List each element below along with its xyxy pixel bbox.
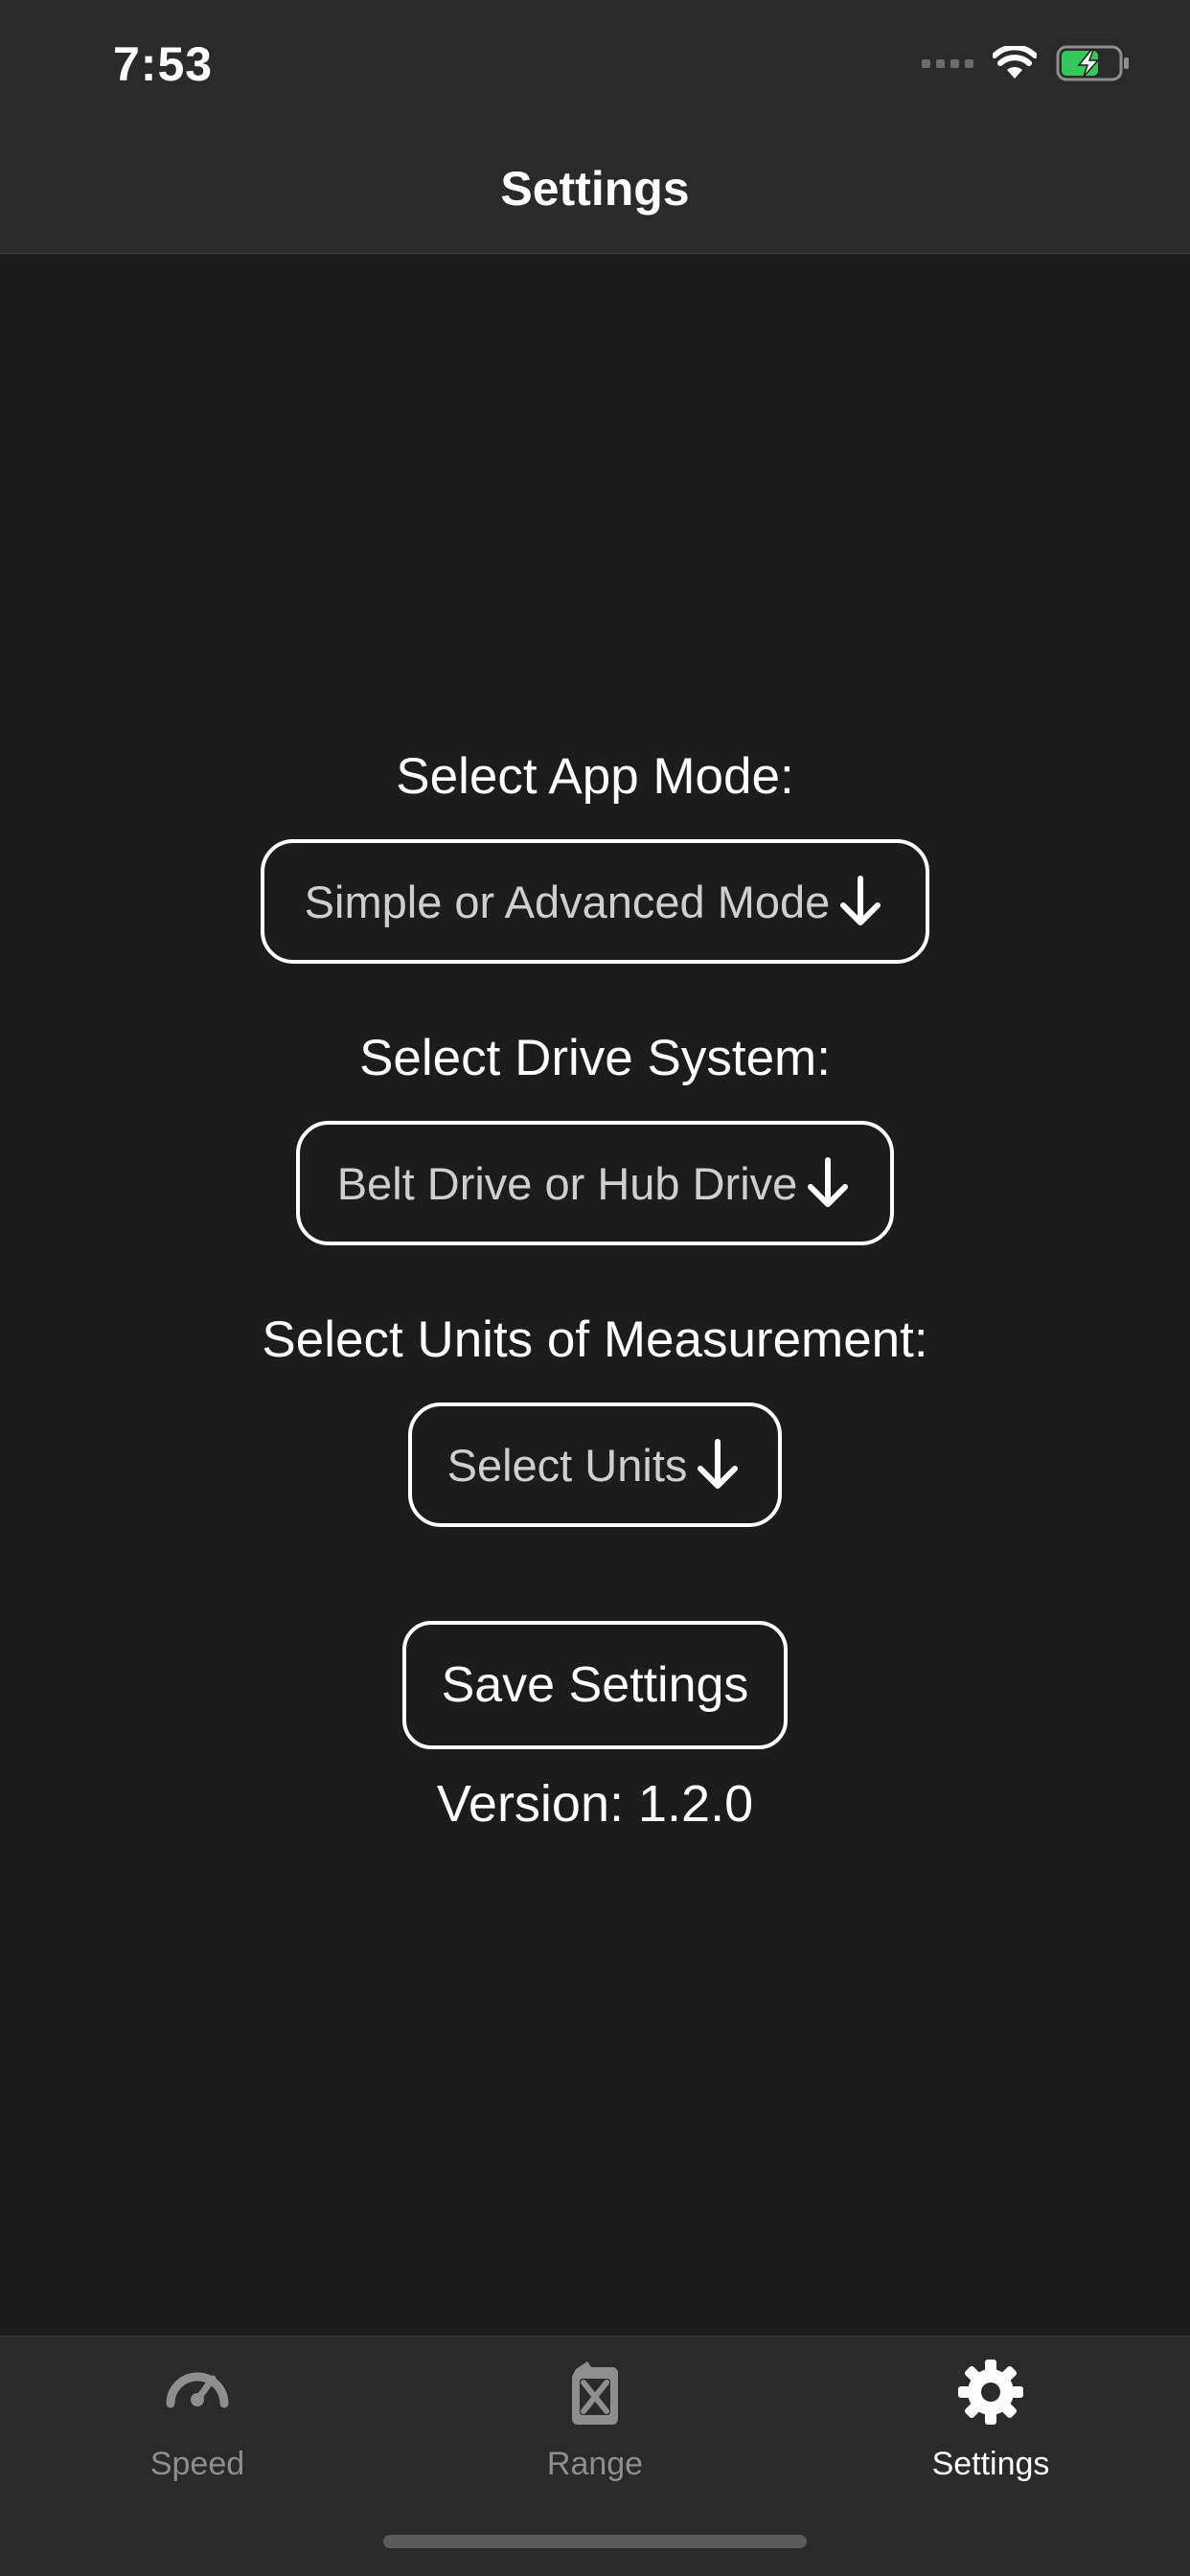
page-title: Settings bbox=[500, 162, 690, 216]
units-label: Select Units of Measurement: bbox=[262, 1311, 928, 1368]
signal-icon bbox=[922, 58, 973, 68]
tab-settings[interactable]: Settings bbox=[847, 2356, 1134, 2483]
fuel-can-icon bbox=[572, 2361, 618, 2425]
arrow-down-icon bbox=[808, 1157, 849, 1207]
tab-speed-label: Speed bbox=[149, 2446, 245, 2482]
status-time: 7:53 bbox=[113, 37, 214, 91]
app-mode-placeholder: Simple or Advanced Mode bbox=[304, 876, 831, 927]
app-mode-label: Select App Mode: bbox=[396, 748, 794, 805]
drive-system-placeholder: Belt Drive or Hub Drive bbox=[336, 1157, 798, 1209]
gear-icon bbox=[958, 2359, 1023, 2425]
units-dropdown[interactable]: Select Units bbox=[408, 1402, 782, 1527]
tab-speed[interactable]: Speed bbox=[54, 2356, 341, 2483]
save-settings-button[interactable]: Save Settings bbox=[402, 1621, 788, 1749]
drive-system-dropdown[interactable]: Belt Drive or Hub Drive bbox=[296, 1121, 894, 1245]
tab-bar: Speed Range Settings bbox=[0, 2336, 1190, 2576]
tab-range[interactable]: Range bbox=[451, 2356, 739, 2483]
navigation-header: 7:53 Settings bbox=[0, 0, 1190, 254]
tab-settings-label: Settings bbox=[931, 2446, 1050, 2482]
home-indicator[interactable] bbox=[383, 2535, 807, 2548]
battery-charging-icon bbox=[1056, 45, 1129, 81]
app-mode-dropdown[interactable]: Simple or Advanced Mode bbox=[261, 839, 929, 964]
arrow-down-icon bbox=[840, 876, 881, 925]
status-icons bbox=[922, 44, 1131, 82]
wifi-icon bbox=[993, 46, 1037, 79]
speedometer-icon bbox=[166, 2372, 229, 2408]
drive-system-label: Select Drive System: bbox=[359, 1030, 831, 1086]
version-text: Version: 1.2.0 bbox=[436, 1775, 754, 1833]
tab-range-label: Range bbox=[546, 2446, 644, 2482]
units-placeholder: Select Units bbox=[446, 1439, 688, 1491]
arrow-down-icon bbox=[698, 1439, 739, 1489]
